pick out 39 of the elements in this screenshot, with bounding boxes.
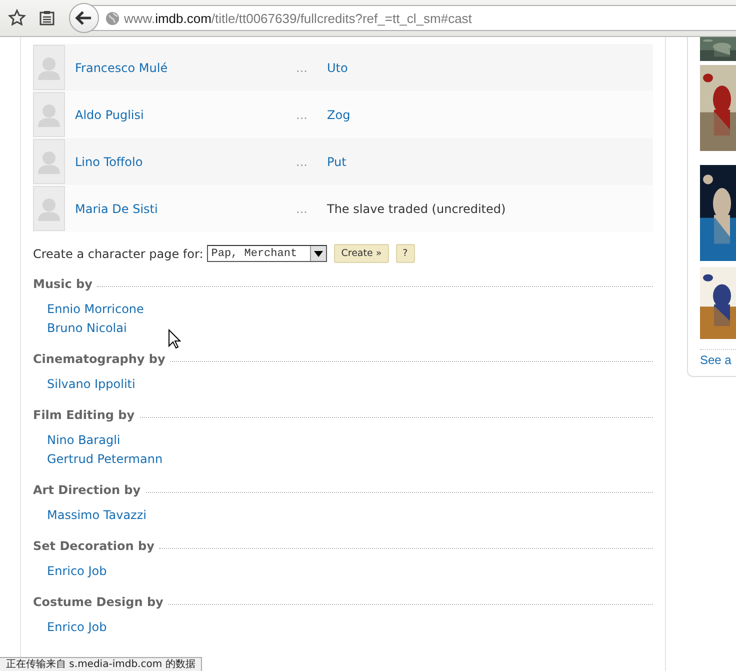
section-heading: Film Editing by — [33, 408, 135, 422]
back-button[interactable] — [69, 3, 99, 33]
section-heading: Set Decoration by — [33, 539, 154, 553]
globe-icon — [105, 10, 120, 26]
ellipsis-text: ... — [296, 154, 308, 168]
crew-link[interactable]: Bruno Nicolai — [47, 319, 127, 338]
back-arrow-icon — [75, 10, 93, 26]
mouse-cursor-icon — [168, 329, 181, 349]
crew-link[interactable]: Massimo Tavazzi — [47, 506, 146, 525]
character-link[interactable]: Uto — [327, 60, 348, 74]
ellipsis-text: ... — [296, 60, 308, 74]
help-button[interactable]: ? — [396, 244, 415, 263]
section-heading: Music by — [33, 277, 92, 291]
crew-link[interactable]: Enrico Job — [47, 562, 107, 581]
star-icon[interactable] — [8, 9, 26, 27]
crew-link[interactable]: Gertrud Petermann — [47, 450, 163, 469]
see-all-link[interactable]: See a — [700, 353, 736, 367]
ellipsis-text: ... — [296, 202, 308, 216]
character-link[interactable]: Put — [327, 154, 346, 168]
crew-link[interactable]: Silvano Ippoliti — [47, 375, 136, 394]
crew-link[interactable]: Enrico Job — [47, 618, 107, 637]
create-button[interactable]: Create » — [334, 244, 389, 263]
ellipsis-text: ... — [296, 108, 308, 122]
actor-link[interactable]: Aldo Puglisi — [75, 108, 296, 122]
character-link[interactable]: Zog — [327, 108, 350, 122]
crew-link[interactable]: Ennio Morricone — [47, 300, 144, 319]
section-heading: Art Direction by — [33, 483, 141, 497]
character-dropdown[interactable]: Pap, Merchant — [207, 245, 328, 262]
section-heading: Costume Design by — [33, 595, 164, 609]
character-page-label: Create a character page for: — [33, 246, 204, 260]
clipboard-icon[interactable] — [39, 10, 55, 26]
character-text: The slave traded (uncredited) — [327, 202, 506, 216]
actor-link[interactable]: Lino Toffolo — [75, 154, 296, 168]
status-bar: 正在传输来自 s.media-imdb.com 的数据 — [0, 657, 202, 671]
actor-link[interactable]: Maria De Sisti — [75, 202, 296, 216]
section-heading: Cinematography by — [33, 352, 166, 366]
caret-icon — [314, 250, 324, 256]
crew-link[interactable]: Nino Baragli — [47, 431, 120, 450]
actor-link[interactable]: Francesco Mulé — [75, 60, 296, 74]
